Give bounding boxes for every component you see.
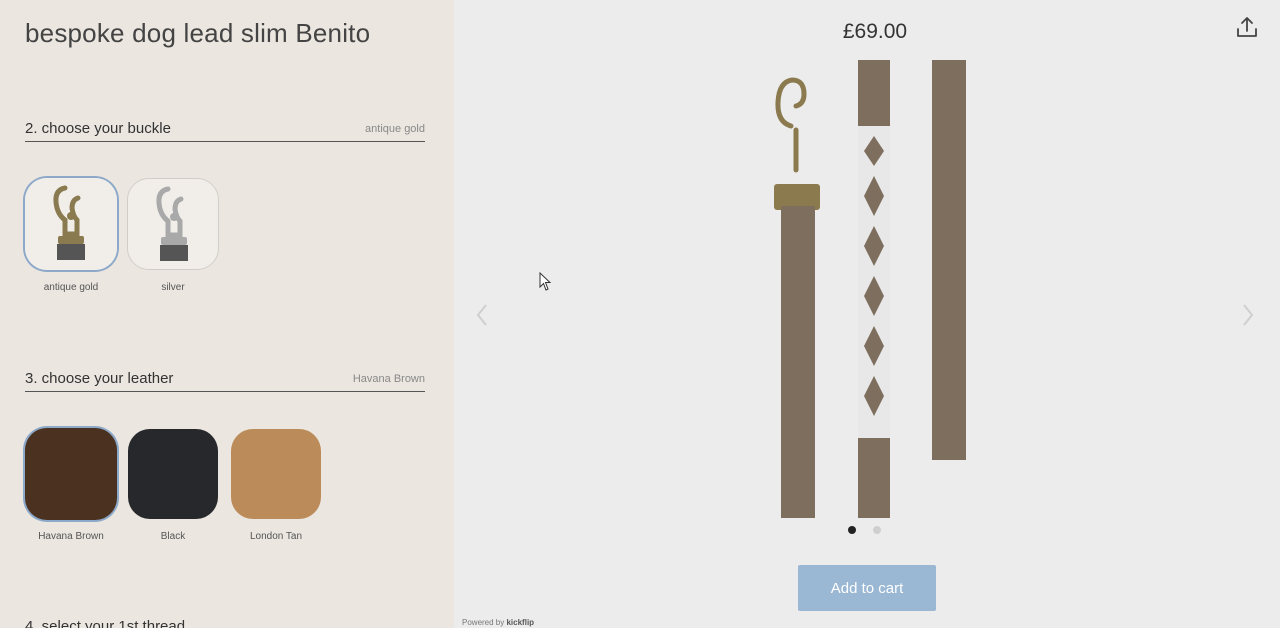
antique-gold-clip-icon <box>25 178 117 270</box>
leather-option-havana-brown[interactable] <box>25 428 117 520</box>
leather-option-label: London Tan <box>249 531 303 542</box>
leather-option-black[interactable] <box>128 429 218 519</box>
buckle-option-label: antique gold <box>43 282 99 293</box>
strap-left <box>781 206 815 518</box>
leather-section-title: 3. choose your leather <box>25 370 174 387</box>
strap-right <box>932 60 966 460</box>
add-to-cart-button[interactable]: Add to cart <box>798 565 936 611</box>
thread-section-title: 4. select your 1st thread <box>25 618 186 628</box>
powered-by: Powered by kickflip <box>462 618 534 627</box>
thread-section-header: 4. select your 1st thread <box>25 618 425 628</box>
pagination-dot-1[interactable] <box>848 526 856 534</box>
buckle-option-label: silver <box>161 282 185 293</box>
leather-option-label: Black <box>160 531 186 542</box>
gallery-pagination <box>848 526 881 534</box>
mouse-cursor-icon <box>539 272 552 291</box>
buckle-option-antique-gold[interactable] <box>25 178 117 270</box>
silver-clip-icon <box>128 179 218 269</box>
leather-section-header: 3. choose your leather Havana Brown <box>25 370 425 392</box>
buckle-option-silver[interactable] <box>127 178 219 270</box>
chevron-left-icon[interactable] <box>472 300 492 330</box>
pagination-dot-2[interactable] <box>873 526 881 534</box>
product-price: £69.00 <box>842 20 908 43</box>
configurator-panel: bespoke dog lead slim Benito 2. choose y… <box>0 0 454 628</box>
leather-option-label: Havana Brown <box>38 531 104 542</box>
leather-selected-value: Havana Brown <box>352 373 425 385</box>
buckle-section-header: 2. choose your buckle antique gold <box>25 120 425 142</box>
powered-brand[interactable]: kickflip <box>506 618 534 627</box>
buckle-selected-value: antique gold <box>365 123 425 135</box>
brass-snap-clip <box>775 77 807 173</box>
leather-option-london-tan[interactable] <box>231 429 321 519</box>
chevron-right-icon[interactable] <box>1238 300 1258 330</box>
product-image <box>774 60 966 518</box>
share-upload-icon[interactable] <box>1234 15 1260 41</box>
buckle-section-title: 2. choose your buckle <box>25 120 171 137</box>
product-title: bespoke dog lead slim Benito <box>25 18 371 48</box>
powered-prefix: Powered by <box>462 618 505 627</box>
